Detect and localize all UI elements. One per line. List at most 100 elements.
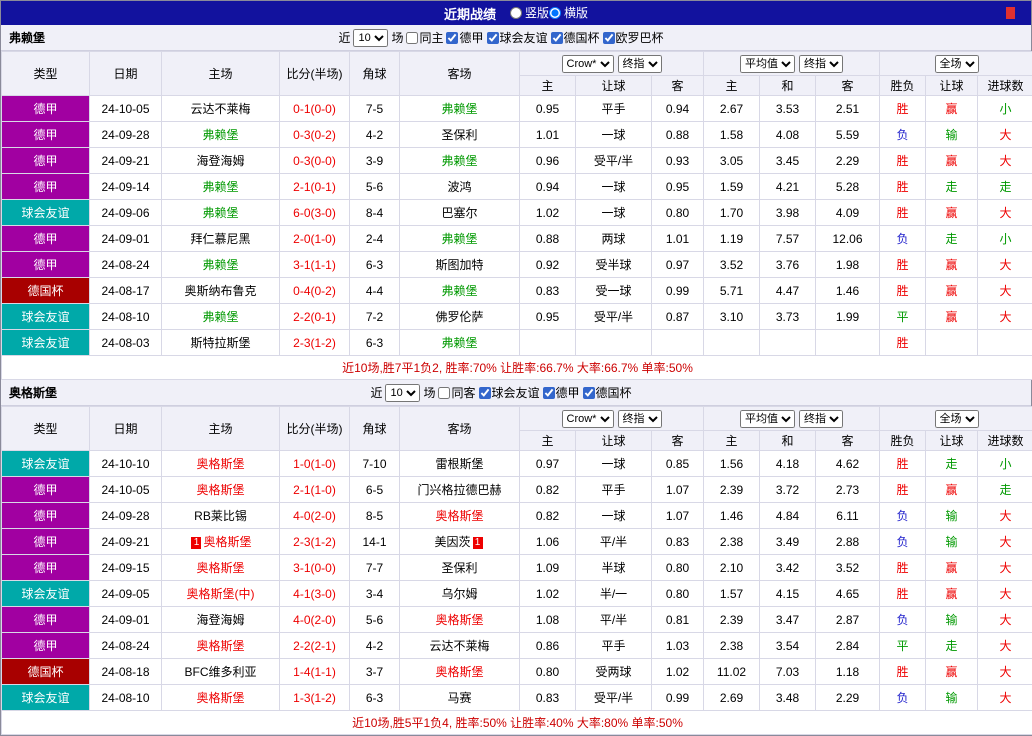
- home-team-name[interactable]: 奥格斯堡(中): [187, 587, 255, 601]
- home-team-name[interactable]: 奥格斯堡: [196, 457, 244, 471]
- score[interactable]: 2-1(1-0): [279, 476, 350, 503]
- league-filter[interactable]: 德国杯: [550, 29, 600, 46]
- away-team-name[interactable]: 奥格斯堡: [435, 665, 483, 679]
- league-filter-checkbox[interactable]: [602, 31, 615, 44]
- home-team-name[interactable]: 海登海姆: [196, 154, 244, 168]
- away-team-name[interactable]: 美因茨: [434, 535, 470, 549]
- league-filter-checkbox[interactable]: [550, 31, 563, 44]
- score[interactable]: 2-1(0-1): [279, 173, 350, 200]
- layout-radio[interactable]: [549, 6, 561, 19]
- away-team-name[interactable]: 弗赖堡: [441, 102, 477, 116]
- match-count-select[interactable]: 10: [353, 28, 389, 47]
- league-filter-checkbox[interactable]: [446, 31, 459, 44]
- home-team-name[interactable]: 弗赖堡: [202, 258, 238, 272]
- scope-select[interactable]: 全场: [934, 54, 979, 73]
- score[interactable]: 4-0(2-0): [279, 502, 350, 529]
- match-row: 德甲 24-09-01 海登海姆 4-0(2-0) 5-6 奥格斯堡 1.08 平/半 0.81…: [1, 606, 1032, 633]
- home-team: 云达不莱梅: [161, 95, 280, 122]
- away-team-name[interactable]: 奥格斯堡: [435, 509, 483, 523]
- away-team-name[interactable]: 门兴格拉德巴赫: [417, 483, 501, 497]
- home-team-name[interactable]: 奥格斯堡: [196, 691, 244, 705]
- home-team-name[interactable]: 弗赖堡: [202, 206, 238, 220]
- same-venue-filter[interactable]: 同主: [406, 29, 443, 46]
- home-team-name[interactable]: 奥斯纳布鲁克: [184, 284, 256, 298]
- away-team-name[interactable]: 波鸿: [447, 180, 471, 194]
- score[interactable]: 2-0(1-0): [279, 225, 350, 252]
- home-team-name[interactable]: 奥格斯堡: [203, 535, 251, 549]
- league-filter-checkbox[interactable]: [542, 386, 555, 399]
- score[interactable]: 3-1(0-0): [279, 554, 350, 581]
- asian-odds-select[interactable]: 终指: [617, 54, 662, 73]
- score[interactable]: 3-1(1-1): [279, 251, 350, 278]
- layout-radio[interactable]: [509, 6, 522, 19]
- score[interactable]: 2-2(0-1): [279, 303, 350, 330]
- score[interactable]: 2-3(1-2): [279, 329, 350, 356]
- away-team-name[interactable]: 弗赖堡: [441, 154, 477, 168]
- euro-odds-select[interactable]: 终指: [799, 54, 843, 73]
- same-venue-filter-checkbox[interactable]: [438, 386, 451, 399]
- score[interactable]: 0-1(0-0): [279, 95, 350, 122]
- home-team-name[interactable]: 弗赖堡: [202, 310, 238, 324]
- asian-odds-select[interactable]: 终指: [617, 409, 662, 428]
- away-team-name[interactable]: 圣保利: [441, 561, 477, 575]
- score[interactable]: 0-3(0-0): [279, 147, 350, 174]
- score[interactable]: 2-3(1-2): [279, 528, 350, 555]
- match-count-select[interactable]: 10: [385, 383, 421, 402]
- home-team-name[interactable]: 拜仁慕尼黑: [190, 232, 250, 246]
- league-filter-checkbox[interactable]: [582, 386, 595, 399]
- corners: 14-1: [349, 528, 400, 555]
- league-filter-checkbox[interactable]: [478, 386, 491, 399]
- score[interactable]: 4-1(3-0): [279, 580, 350, 607]
- home-team-name[interactable]: 海登海姆: [196, 613, 244, 627]
- away-team-name[interactable]: 巴塞尔: [441, 206, 477, 220]
- layout-option-vertical[interactable]: 竖版: [509, 4, 549, 21]
- home-team-name[interactable]: 奥格斯堡: [196, 561, 244, 575]
- league-filter[interactable]: 球会友谊: [478, 384, 540, 401]
- score[interactable]: 4-0(2-0): [279, 606, 350, 633]
- away-team-name[interactable]: 佛罗伦萨: [435, 310, 483, 324]
- away-team-name[interactable]: 马赛: [447, 691, 471, 705]
- home-team-name[interactable]: 弗赖堡: [202, 128, 238, 142]
- away-team-name[interactable]: 圣保利: [441, 128, 477, 142]
- scope-select[interactable]: 全场: [934, 409, 979, 428]
- layout-option-horizontal[interactable]: 横版: [549, 4, 588, 21]
- away-team-name[interactable]: 弗赖堡: [441, 284, 477, 298]
- league-filter[interactable]: 德甲: [542, 384, 580, 401]
- home-team-name[interactable]: BFC维多利亚: [184, 665, 256, 679]
- euro-odds-select[interactable]: 终指: [799, 409, 843, 428]
- away-team-name[interactable]: 斯图加特: [435, 258, 483, 272]
- score[interactable]: 1-3(1-2): [279, 684, 350, 711]
- euro-odds-select[interactable]: 平均值: [740, 409, 795, 428]
- odds-value: 3.98: [759, 199, 816, 226]
- corners: 6-5: [349, 476, 400, 503]
- home-team-name[interactable]: 斯特拉斯堡: [190, 336, 250, 350]
- away-team-name[interactable]: 弗赖堡: [441, 232, 477, 246]
- score[interactable]: 0-4(0-2): [279, 277, 350, 304]
- away-team-name[interactable]: 云达不莱梅: [429, 639, 489, 653]
- away-team-name[interactable]: 弗赖堡: [441, 336, 477, 350]
- score[interactable]: 1-4(1-1): [279, 658, 350, 685]
- euro-odds-select[interactable]: 平均值: [740, 54, 795, 73]
- away-team-name[interactable]: 乌尔姆: [441, 587, 477, 601]
- home-team-name[interactable]: RB莱比锡: [194, 509, 247, 523]
- home-team-name[interactable]: 奥格斯堡: [196, 639, 244, 653]
- league-filter[interactable]: 欧罗巴杯: [602, 29, 664, 46]
- league-filter-checkbox[interactable]: [486, 31, 499, 44]
- score[interactable]: 2-2(2-1): [279, 632, 350, 659]
- same-venue-filter[interactable]: 同客: [438, 384, 476, 401]
- home-team-name[interactable]: 云达不莱梅: [190, 102, 250, 116]
- score[interactable]: 6-0(3-0): [279, 199, 350, 226]
- league-filter[interactable]: 球会友谊: [486, 29, 548, 46]
- home-team-name[interactable]: 奥格斯堡: [196, 483, 244, 497]
- score[interactable]: 1-0(1-0): [279, 450, 350, 477]
- match-row: 德甲 24-09-15 奥格斯堡 3-1(0-0) 7-7 圣保利 1.09 半球 0.80 2.…: [1, 554, 1032, 581]
- away-team-name[interactable]: 奥格斯堡: [435, 613, 483, 627]
- league-filter[interactable]: 德国杯: [582, 384, 632, 401]
- home-team-name[interactable]: 弗赖堡: [202, 180, 238, 194]
- asian-odds-select[interactable]: Crow*: [561, 409, 614, 428]
- same-venue-filter-checkbox[interactable]: [406, 31, 419, 44]
- asian-odds-select[interactable]: Crow*: [561, 54, 614, 73]
- league-filter[interactable]: 德甲: [446, 29, 484, 46]
- away-team-name[interactable]: 雷根斯堡: [435, 457, 483, 471]
- score[interactable]: 0-3(0-2): [279, 121, 350, 148]
